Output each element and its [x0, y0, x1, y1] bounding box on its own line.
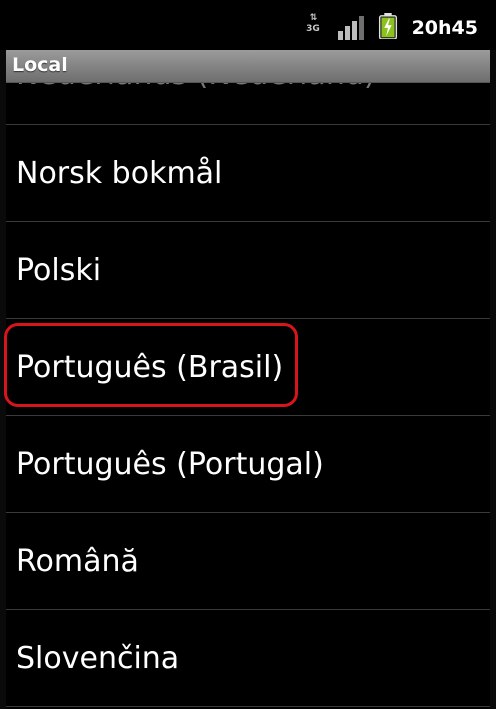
right-edge [490, 50, 496, 709]
list-item-label: Norsk bokmål [16, 156, 223, 191]
list-item-label: Română [16, 544, 139, 579]
list-item-romana[interactable]: Română [6, 514, 490, 610]
list-item-label: Português (Portugal) [16, 447, 324, 482]
network-type-label: 3G [306, 24, 320, 34]
list-item-portugues-brasil[interactable]: Português (Brasil) [6, 320, 490, 416]
list-item-label: Polski [16, 253, 102, 288]
signal-strength-icon [338, 16, 364, 40]
android-screen: ⇅ 3G 20h45 Local Nederlands (Nederland) … [0, 0, 496, 709]
battery-charging-icon [378, 13, 398, 39]
list-item-slovencina[interactable]: Slovenčina [6, 611, 490, 707]
status-clock: 20h45 [411, 17, 478, 39]
list-item-norsk-bokmal[interactable]: Norsk bokmål [6, 126, 490, 222]
locale-list[interactable]: Nederlands (Nederland) Norsk bokmål Pols… [6, 83, 490, 709]
page-title: Local [12, 54, 68, 76]
data-arrows-icon: ⇅ 3G [304, 14, 322, 40]
list-item-label: Português (Brasil) [16, 350, 284, 385]
list-item-polski[interactable]: Polski [6, 223, 490, 319]
status-bar: ⇅ 3G 20h45 [0, 0, 496, 50]
list-item-portugues-portugal[interactable]: Português (Portugal) [6, 417, 490, 513]
list-item-label: Nederlands (Nederland) [16, 83, 376, 123]
list-item-nederlands[interactable]: Nederlands (Nederland) [6, 83, 490, 125]
list-item-label: Slovenčina [16, 641, 180, 676]
title-bar: Local [6, 50, 490, 83]
